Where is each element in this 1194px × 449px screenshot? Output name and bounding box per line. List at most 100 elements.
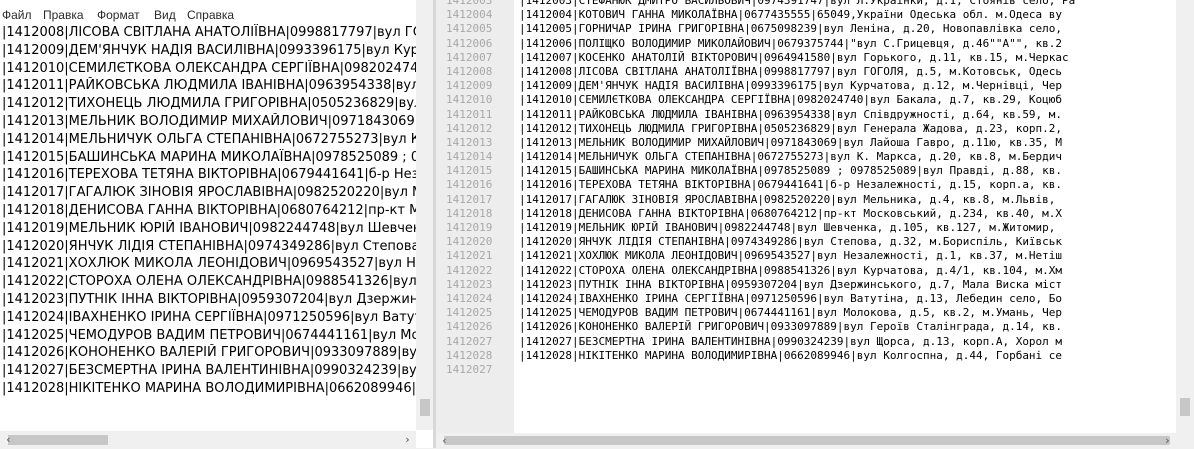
right-horizontal-scroll-thumb[interactable]	[444, 436, 1170, 445]
editor-row[interactable]: 1412017 |1412017|ГАГАЛЮК ЗІНОВІЯ ЯРОСЛАВІ…	[436, 193, 1176, 207]
line-text[interactable]: |1412024|ІВАХНЕНКО ІРИНА СЕРГІЇВНА|09712…	[519, 292, 1062, 306]
text-line[interactable]: |1412025|ЧЕМОДУРОВ ВАДИМ ПЕТРОВИЧ|067444…	[2, 327, 416, 345]
line-text[interactable]: |1412007|КОСЕНКО АНАТОЛІЙ ВІКТОРОВИЧ|096…	[519, 51, 1069, 65]
editor-row[interactable]: 1412014 |1412014|МЕЛЬНИЧУК ОЛЬГА СТЕПАНІВ…	[436, 150, 1176, 164]
text-line[interactable]: |1412028|НІКІТЕНКО МАРИНА ВОЛОДИМИРІВНА|…	[2, 380, 416, 398]
text-line[interactable]: |1412011|РАЙКОВСЬКА ЛЮДМИЛА ІВАНІВНА|096…	[2, 77, 416, 95]
line-text[interactable]: |1412008|ЛІСОВА СВІТЛАНА АНАТОЛІЇВНА|099…	[519, 65, 1062, 79]
text-line[interactable]: |1412022|СТОРОХА ОЛЕНА ОЛЕКСАНДРІВНА|098…	[2, 273, 416, 291]
line-text[interactable]: |1412017|ГАГАЛЮК ЗІНОВІЯ ЯРОСЛАВІВНА|098…	[519, 193, 1055, 207]
editor-row[interactable]: 1412005 |1412005|ГОРНИЧАР ІРИНА ГРИГОРІВН…	[436, 22, 1176, 36]
editor-row[interactable]: 1412025 |1412025|ЧЕМОДУРОВ ВАДИМ ПЕТРОВИЧ…	[436, 306, 1176, 320]
editor-row[interactable]: 1412028 |1412028|НІКІТЕНКО МАРИНА ВОЛОДИМ…	[436, 349, 1176, 363]
text-line[interactable]: |1412021|ХОХЛЮК МИКОЛА ЛЕОНІДОВИЧ|096954…	[2, 255, 416, 273]
line-text[interactable]: |1412027|БЕЗСМЕРТНА ІРИНА ВАЛЕНТИНІВНА|0…	[519, 335, 1062, 349]
line-text[interactable]: |1412004|КОТОВИЧ ГАННА МИКОЛАЇВНА|067743…	[519, 8, 1062, 22]
editor-row[interactable]: 1412008 |1412008|ЛІСОВА СВІТЛАНА АНАТОЛІЇ…	[436, 65, 1176, 79]
editor-row[interactable]: 1412012 |1412012|ТИХОНЕЦЬ ЛЮДМИЛА ГРИГОРІ…	[436, 122, 1176, 136]
editor-row[interactable]: 1412010 |1412010|СЕМИЛЄТКОВА ОЛЕКСАНДРА С…	[436, 93, 1176, 107]
text-line[interactable]: |1412027|БЕЗСМЕРТНА ІРИНА ВАЛЕНТИНІВНА|0…	[2, 362, 416, 380]
editor-row[interactable]: 1412019 |1412019|МЕЛЬНИК ЮРІЙ ІВАНОВИЧ|09…	[436, 221, 1176, 235]
line-text[interactable]: |1412003|СТЕФАНЮК ДМИТРО ВАСИЛЬОВИЧ|0974…	[519, 0, 1075, 8]
editor-row[interactable]: 1412023 |1412023|ПУТНІК ІННА ВІКТОРІВНА|0…	[436, 278, 1176, 292]
line-text[interactable]: |1412006|ПОЛІЩКО ВОЛОДИМИР МИКОЛАЙОВИЧ|0…	[519, 37, 1062, 51]
left-editor-pane[interactable]: Файл Правка Формат Вид Справка |1412008|…	[0, 0, 433, 448]
menu-help[interactable]: Справка	[187, 8, 234, 22]
editor-row[interactable]: 1412006 |1412006|ПОЛІЩКО ВОЛОДИМИР МИКОЛА…	[436, 37, 1176, 51]
line-text[interactable]: |1412026|КОНОНЕНКО ВАЛЕРІЙ ГРИГОРОВИЧ|09…	[519, 320, 1062, 334]
editor-row[interactable]: 1412022 |1412022|СТОРОХА ОЛЕНА ОЛЕКСАНДРІ…	[436, 264, 1176, 278]
line-text[interactable]: |1412014|МЕЛЬНИЧУК ОЛЬГА СТЕПАНІВНА|0672…	[519, 150, 1062, 164]
line-text[interactable]: |1412012|ТИХОНЕЦЬ ЛЮДМИЛА ГРИГОРІВНА|050…	[519, 122, 1062, 136]
text-line[interactable]: |1412010|СЕМИЛЄТКОВА ОЛЕКСАНДРА СЕРГІЇВН…	[2, 60, 416, 78]
line-text[interactable]: |1412021|ХОХЛЮК МИКОЛА ЛЕОНІДОВИЧ|096954…	[519, 249, 1062, 263]
right-vertical-scrollbar[interactable]	[1176, 0, 1194, 433]
line-text[interactable]: |1412010|СЕМИЛЄТКОВА ОЛЕКСАНДРА СЕРГІЇВН…	[519, 93, 1062, 107]
line-text[interactable]: |1412018|ДЕНИСОВА ГАННА ВІКТОРІВНА|06807…	[519, 207, 1062, 221]
right-scroll-left-arrow-icon[interactable]: ‹	[436, 432, 453, 449]
text-line[interactable]: |1412020|ЯНЧУК ЛІДІЯ СТЕПАНІВНА|09743492…	[2, 238, 416, 256]
text-line[interactable]: |1412019|МЕЛЬНИК ЮРІЙ ІВАНОВИЧ|098224474…	[2, 220, 416, 238]
text-line[interactable]: |1412026|КОНОНЕНКО ВАЛЕРІЙ ГРИГОРОВИЧ|09…	[2, 344, 416, 362]
line-text[interactable]: |1412009|ДЕМ'ЯНЧУК НАДІЯ ВАСИЛІВНА|09933…	[519, 79, 1062, 93]
text-line[interactable]: |1412017|ГАГАЛЮК ЗІНОВІЯ ЯРОСЛАВІВНА|098…	[2, 184, 416, 202]
line-number: 1412008	[446, 64, 493, 78]
line-text[interactable]: |1412016|ТЕРЕХОВА ТЕТЯНА ВІКТОРІВНА|0679…	[519, 178, 1062, 192]
editor-row[interactable]: 1412027 |1412027|БЕЗСМЕРТНА ІРИНА ВАЛЕНТИ…	[436, 335, 1176, 349]
line-text[interactable]: |1412013|МЕЛЬНИК ВОЛОДИМИР МИХАЙЛОВИЧ|09…	[519, 136, 1062, 150]
line-text[interactable]: |1412005|ГОРНИЧАР ІРИНА ГРИГОРІВНА|06750…	[519, 22, 1062, 36]
line-number: 1412022	[446, 263, 493, 277]
line-number: 1412023	[446, 277, 493, 291]
editor-row[interactable]: 1412004 |1412004|КОТОВИЧ ГАННА МИКОЛАЇВНА…	[436, 8, 1176, 22]
editor-row[interactable]: 1412024 |1412024|ІВАХНЕНКО ІРИНА СЕРГІЇВН…	[436, 292, 1176, 306]
left-text-area[interactable]: |1412008|ЛІСОВА СВІТЛАНА АНАТОЛІЇВНА|099…	[2, 24, 416, 426]
text-line[interactable]: |1412012|ТИХОНЕЦЬ ЛЮДМИЛА ГРИГОРІВНА|050…	[2, 95, 416, 113]
editor-row[interactable]: 1412027	[436, 363, 1176, 377]
menu-format[interactable]: Формат	[97, 8, 140, 22]
line-text[interactable]: |1412019|МЕЛЬНИК ЮРІЙ ІВАНОВИЧ|098224474…	[519, 221, 1055, 235]
editor-row[interactable]: 1412020 |1412020|ЯНЧУК ЛІДІЯ СТЕПАНІВНА|0…	[436, 235, 1176, 249]
menu-file[interactable]: Файл	[2, 8, 32, 22]
line-text[interactable]: |1412023|ПУТНІК ІННА ВІКТОРІВНА|09593072…	[519, 278, 1062, 292]
editor-row[interactable]: 1412013 |1412013|МЕЛЬНИК ВОЛОДИМИР МИХАЙЛ…	[436, 136, 1176, 150]
menu-edit[interactable]: Правка	[43, 8, 84, 22]
line-text[interactable]: |1412020|ЯНЧУК ЛІДІЯ СТЕПАНІВНА|09743492…	[519, 235, 1062, 249]
editor-row[interactable]: 1412009 |1412009|ДЕМ'ЯНЧУК НАДІЯ ВАСИЛІВН…	[436, 79, 1176, 93]
line-text[interactable]: |1412011|РАЙКОВСЬКА ЛЮДМИЛА ІВАНІВНА|096…	[519, 108, 1062, 122]
editor-row[interactable]: 1412021 |1412021|ХОХЛЮК МИКОЛА ЛЕОНІДОВИЧ…	[436, 249, 1176, 263]
right-editor-pane[interactable]: 1412003 |1412003|СТЕФАНЮК ДМИТРО ВАСИЛЬОВ…	[436, 0, 1176, 433]
left-horizontal-scroll-thumb[interactable]	[8, 435, 108, 445]
editor-row[interactable]: 1412018 |1412018|ДЕНИСОВА ГАННА ВІКТОРІВН…	[436, 207, 1176, 221]
line-text[interactable]: |1412022|СТОРОХА ОЛЕНА ОЛЕКСАНДРІВНА|098…	[519, 264, 1062, 278]
editor-row[interactable]: 1412003 |1412003|СТЕФАНЮК ДМИТРО ВАСИЛЬОВ…	[436, 0, 1176, 8]
right-vertical-scroll-thumb[interactable]	[1180, 398, 1190, 416]
text-line[interactable]: |1412015|БАШИНСЬКА МАРИНА МИКОЛАЇВНА|097…	[2, 149, 416, 167]
line-text[interactable]: |1412015|БАШИНСЬКА МАРИНА МИКОЛАЇВНА|097…	[519, 164, 1062, 178]
left-vertical-scrollbar[interactable]	[416, 0, 433, 430]
right-scroll-right-arrow-icon[interactable]: ›	[1159, 432, 1176, 449]
line-text[interactable]: |1412025|ЧЕМОДУРОВ ВАДИМ ПЕТРОВИЧ|067444…	[519, 306, 1062, 320]
line-number: 1412025	[446, 306, 493, 320]
editor-row[interactable]: 1412011 |1412011|РАЙКОВСЬКА ЛЮДМИЛА ІВАНІ…	[436, 108, 1176, 122]
editor-row[interactable]: 1412007 |1412007|КОСЕНКО АНАТОЛІЙ ВІКТОРО…	[436, 51, 1176, 65]
text-line[interactable]: |1412016|ТЕРЕХОВА ТЕТЯНА ВІКТОРІВНА|0679…	[2, 166, 416, 184]
editor-row[interactable]: 1412015 |1412015|БАШИНСЬКА МАРИНА МИКОЛАЇ…	[436, 164, 1176, 178]
text-line[interactable]: |1412023|ПУТНІК ІННА ВІКТОРІВНА|09593072…	[2, 291, 416, 309]
text-line[interactable]: |1412008|ЛІСОВА СВІТЛАНА АНАТОЛІЇВНА|099…	[2, 24, 416, 42]
left-vertical-scroll-thumb[interactable]	[420, 399, 430, 416]
text-line[interactable]: |1412013|МЕЛЬНИК ВОЛОДИМИР МИХАЙЛОВИЧ|09…	[2, 113, 416, 131]
line-text[interactable]: |1412028|НІКІТЕНКО МАРИНА ВОЛОДИМИРІВНА|…	[519, 349, 1062, 363]
text-line[interactable]: |1412014|МЕЛЬНИЧУК ОЛЬГА СТЕПАНІВНА|0672…	[2, 131, 416, 149]
line-number: 1412021	[446, 249, 493, 263]
text-line[interactable]: |1412018|ДЕНИСОВА ГАННА ВІКТОРІВНА|06807…	[2, 202, 416, 220]
right-text-area[interactable]: 1412003 |1412003|СТЕФАНЮК ДМИТРО ВАСИЛЬОВ…	[436, 0, 1176, 377]
text-line[interactable]: |1412009|ДЕМ'ЯНЧУК НАДІЯ ВАСИЛІВНА|09933…	[2, 42, 416, 60]
menu-view[interactable]: Вид	[154, 8, 176, 22]
line-number: 1412013	[446, 135, 493, 149]
editor-row[interactable]: 1412026 |1412026|КОНОНЕНКО ВАЛЕРІЙ ГРИГОР…	[436, 320, 1176, 334]
line-number: 1412018	[446, 206, 493, 220]
editor-row[interactable]: 1412016 |1412016|ТЕРЕХОВА ТЕТЯНА ВІКТОРІВ…	[436, 178, 1176, 192]
text-line[interactable]: |1412024|ІВАХНЕНКО ІРИНА СЕРГІЇВНА|09712…	[2, 309, 416, 327]
scroll-right-arrow-icon[interactable]: ›	[399, 431, 416, 448]
scroll-left-arrow-icon[interactable]: ‹	[0, 431, 17, 448]
